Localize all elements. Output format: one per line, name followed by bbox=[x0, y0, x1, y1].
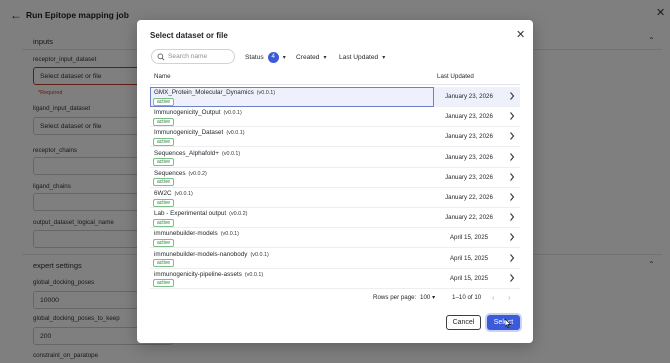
status-badge: active bbox=[153, 218, 175, 227]
table-row[interactable]: Immunogenicity_Output (v0.0.1) active Janua… bbox=[150, 107, 520, 128]
dataset-version: (v0.0.1) bbox=[174, 191, 193, 197]
dataset-version: (v0.0.1) bbox=[244, 271, 264, 278]
table-row[interactable]: 6W2C (v0.0.1) active January 22, 2026 bbox=[150, 188, 520, 208]
chevron-down-icon: ▾ bbox=[382, 54, 386, 61]
dialog-title: Select dataset or file bbox=[150, 31, 228, 40]
dataset-name-text: immunebuilder-models bbox=[154, 230, 218, 238]
dataset-name: 6W2C (v0.0.1) bbox=[154, 190, 193, 197]
dataset-name-text: Lab - Experimental output bbox=[154, 210, 227, 218]
mouse-cursor-icon bbox=[505, 319, 511, 328]
last-updated-date: April 15, 2025 bbox=[449, 274, 489, 282]
dataset-name-text: 6W2C bbox=[154, 190, 172, 197]
last-updated-date: January 23, 2026 bbox=[445, 173, 493, 181]
dataset-name: immunogenicity-pipeline-assets (v0.0.1) bbox=[154, 271, 263, 278]
table-row[interactable]: GMX_Protein_Molecular_Dynamics (v0.0.1) ac… bbox=[150, 87, 520, 107]
chevron-right-icon[interactable] bbox=[508, 192, 516, 202]
last-updated-date: April 15, 2025 bbox=[449, 254, 489, 262]
dataset-version: (v0.0.2) bbox=[229, 211, 248, 218]
pagination-range: 1–10 of 10 bbox=[452, 294, 482, 301]
search-input[interactable] bbox=[168, 51, 232, 62]
dataset-name-text: Immunogenicity_Dataset bbox=[154, 129, 224, 137]
last-updated-date: January 22, 2026 bbox=[445, 194, 493, 201]
dataset-name-text: GMX_Protein_Molecular_Dynamics bbox=[154, 89, 254, 96]
table-row[interactable]: Sequences (v0.0.2) active January 23, 2026 bbox=[150, 168, 520, 188]
dataset-name-text: Sequences bbox=[154, 169, 186, 177]
chevron-right-icon[interactable] bbox=[508, 91, 516, 101]
status-badge: active bbox=[153, 198, 175, 207]
dataset-version: (v0.0.1) bbox=[226, 130, 245, 137]
header-divider bbox=[150, 84, 520, 85]
dataset-name: Immunogenicity_Output (v0.0.1) bbox=[154, 109, 242, 116]
dataset-version: (v0.0.1) bbox=[256, 90, 276, 96]
chevron-right-icon[interactable] bbox=[508, 111, 516, 121]
last-updated-date: January 23, 2026 bbox=[445, 113, 493, 121]
status-badge: active bbox=[153, 259, 175, 268]
chevron-right-icon[interactable] bbox=[508, 253, 516, 263]
close-icon[interactable]: ✕ bbox=[516, 28, 525, 41]
status-badge: active bbox=[153, 178, 175, 187]
status-count-badge: 4 bbox=[267, 51, 279, 63]
dataset-name-text: Immunogenicity_Output bbox=[154, 109, 221, 117]
table-row[interactable]: immunebuilder-models-nanobody (v0.0.1) act… bbox=[150, 249, 520, 269]
status-badge: active bbox=[153, 137, 175, 146]
dataset-name-text: immunogenicity-pipeline-assets bbox=[154, 270, 242, 278]
table-row[interactable]: Lab - Experimental output (v0.0.2) active J… bbox=[150, 208, 520, 229]
column-header-last-updated: Last Updated bbox=[437, 73, 474, 80]
dataset-name: Sequences_Alphafold+ (v0.0.1) bbox=[154, 150, 240, 157]
last-updated-date: January 23, 2026 bbox=[445, 93, 493, 100]
dataset-version: (v0.0.2) bbox=[188, 170, 207, 177]
dataset-name: immunebuilder-models-nanobody (v0.0.1) bbox=[154, 251, 269, 258]
chevron-right-icon[interactable] bbox=[508, 131, 516, 141]
search-box[interactable] bbox=[151, 49, 235, 64]
last-updated-filter[interactable]: Last Updated ▾ bbox=[339, 51, 385, 63]
last-updated-date: January 23, 2026 bbox=[445, 133, 493, 141]
dataset-name-text: Sequences_Alphafold+ bbox=[154, 149, 219, 157]
table-row[interactable]: immunogenicity-pipeline-assets (v0.0.1) ac… bbox=[150, 269, 520, 289]
status-badge: active bbox=[153, 158, 175, 167]
created-filter[interactable]: Created ▾ bbox=[296, 51, 326, 63]
chevron-right-icon[interactable] bbox=[508, 152, 516, 162]
chevron-right-icon[interactable] bbox=[508, 232, 516, 242]
chevron-right-icon[interactable] bbox=[508, 273, 516, 283]
status-badge: active bbox=[153, 117, 175, 126]
dataset-version: (v0.0.1) bbox=[223, 110, 242, 117]
chevron-down-icon: ▾ bbox=[323, 54, 327, 61]
status-badge: active bbox=[153, 238, 175, 247]
select-dataset-dialog: Select dataset or file ✕ Status 4 ▾ Crea… bbox=[137, 20, 533, 343]
created-filter-label: Created bbox=[296, 53, 320, 61]
dataset-name-text: immunebuilder-models-nanobody bbox=[154, 250, 248, 258]
dataset-name: immunebuilder-models (v0.0.1) bbox=[154, 230, 239, 237]
status-filter-label: Status bbox=[245, 53, 264, 61]
chevron-down-icon: ▾ bbox=[432, 294, 436, 301]
prev-page-icon[interactable]: ‹ bbox=[492, 293, 495, 302]
dataset-version: (v0.0.1) bbox=[250, 251, 269, 258]
chevron-right-icon[interactable] bbox=[508, 212, 516, 222]
last-updated-date: January 22, 2026 bbox=[445, 214, 493, 222]
rows-per-page-select[interactable]: 100 ▾ bbox=[420, 294, 435, 301]
status-badge: active bbox=[153, 279, 175, 288]
dataset-version: (v0.0.1) bbox=[220, 231, 239, 238]
dataset-name: Immunogenicity_Dataset (v0.0.1) bbox=[154, 129, 245, 136]
last-updated-date: April 15, 2025 bbox=[449, 234, 489, 242]
rows-per-page-label: Rows per page: bbox=[373, 294, 417, 301]
dataset-name: Lab - Experimental output (v0.0.2) bbox=[154, 210, 247, 217]
next-page-icon[interactable]: › bbox=[508, 293, 511, 302]
chevron-down-icon: ▾ bbox=[282, 54, 286, 61]
table-row[interactable]: Sequences_Alphafold+ (v0.0.1) active Januar… bbox=[150, 148, 520, 168]
chevron-right-icon[interactable] bbox=[508, 172, 516, 182]
table-row[interactable]: Immunogenicity_Dataset (v0.0.1) active Janu… bbox=[150, 127, 520, 148]
status-badge: active bbox=[153, 97, 175, 106]
dataset-version: (v0.0.1) bbox=[221, 150, 241, 157]
table-row[interactable]: immunebuilder-models (v0.0.1) active April … bbox=[150, 228, 520, 249]
last-updated-filter-label: Last Updated bbox=[339, 53, 379, 61]
column-header-name: Name bbox=[154, 73, 171, 80]
search-icon bbox=[157, 53, 165, 61]
last-updated-date: January 23, 2026 bbox=[445, 153, 493, 161]
rows-per-page-value: 100 bbox=[420, 294, 431, 301]
dataset-name: Sequences (v0.0.2) bbox=[154, 170, 207, 177]
status-filter[interactable]: Status 4 ▾ bbox=[245, 51, 286, 63]
dataset-name: GMX_Protein_Molecular_Dynamics (v0.0.1) bbox=[154, 89, 275, 96]
select-button[interactable]: Select bbox=[487, 315, 520, 330]
cancel-button[interactable]: Cancel bbox=[446, 315, 481, 330]
